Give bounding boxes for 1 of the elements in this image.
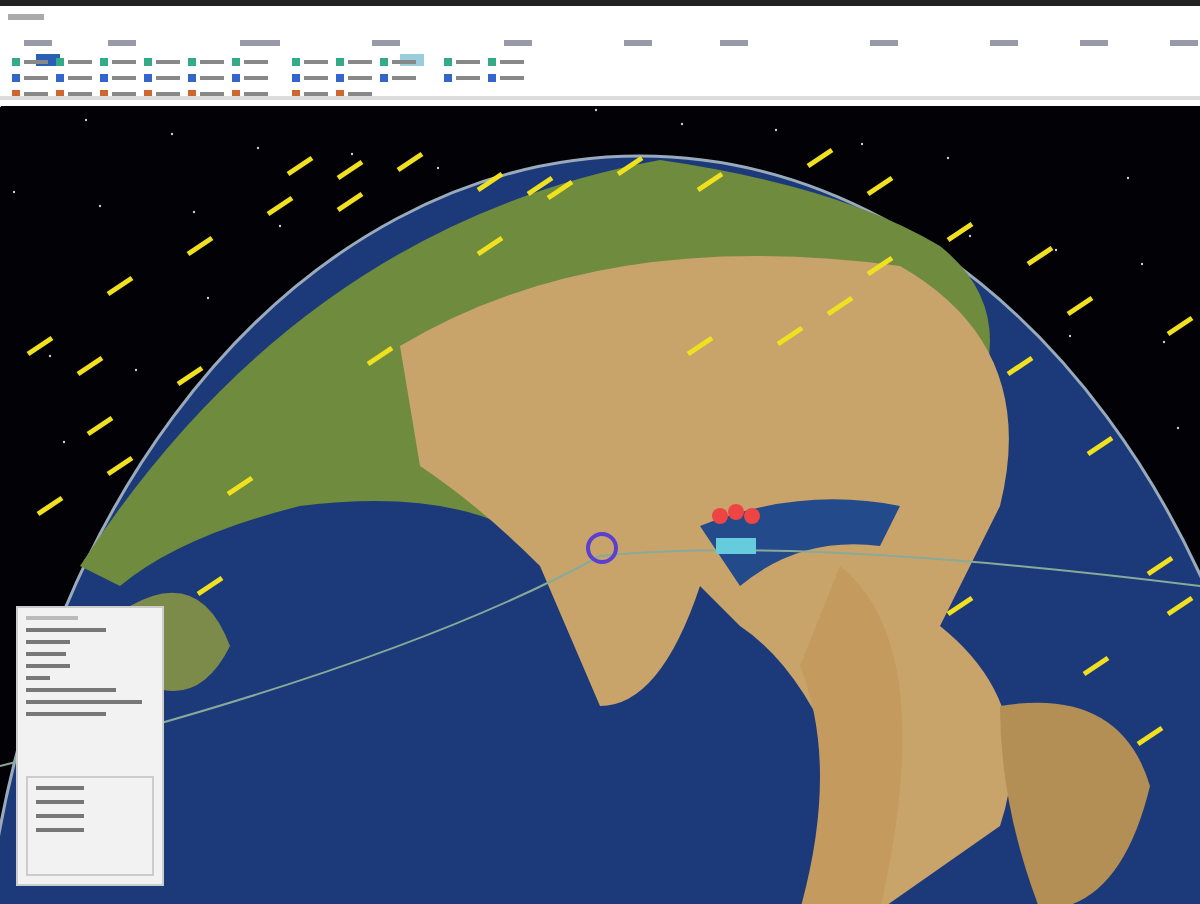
globe-drawing[interactable] — [0, 106, 1200, 904]
